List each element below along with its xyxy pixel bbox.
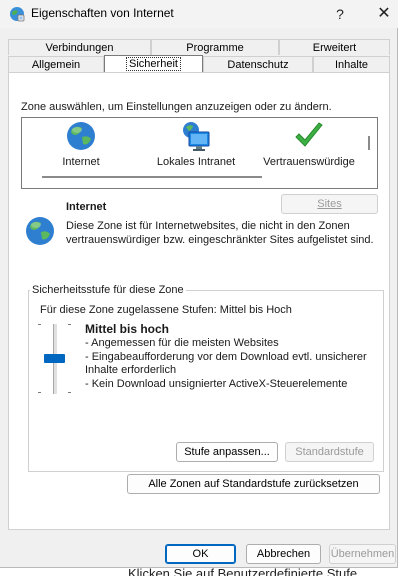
window-title: Eigenschaften von Internet	[31, 6, 174, 20]
globe-icon	[24, 215, 56, 247]
default-level-button[interactable]: Standardstufe	[285, 442, 374, 462]
tab-programme[interactable]: Programme	[151, 39, 279, 55]
internet-options-icon	[9, 6, 25, 22]
zone-list-vertical-scrollbar[interactable]	[368, 136, 370, 150]
title-bar: Eigenschaften von Internet ? ✕	[0, 0, 398, 28]
level-bullet: Inhalte erforderlich	[85, 364, 177, 376]
security-level-name: Mittel bis hoch	[85, 322, 169, 336]
allowed-levels-text: Für diese Zone zugelassene Stufen: Mitte…	[40, 304, 292, 316]
tab-verbindungen[interactable]: Verbindungen	[8, 39, 151, 55]
ok-button[interactable]: OK	[165, 544, 236, 564]
slider-tick	[68, 324, 71, 325]
security-level-group-title: Sicherheitsstufe für diese Zone	[30, 284, 186, 296]
selected-zone-title: Internet	[66, 201, 107, 213]
cancel-button[interactable]: Abbrechen	[246, 544, 321, 564]
tab-allgemein[interactable]: Allgemein	[8, 56, 104, 72]
help-button[interactable]: ?	[318, 0, 362, 28]
slider-tick	[68, 392, 71, 393]
intranet-monitor-icon	[180, 120, 212, 152]
internet-properties-dialog: Eigenschaften von Internet ? ✕ Verbindun…	[0, 0, 398, 568]
zone-internet-label: Internet	[62, 156, 100, 168]
slider-tick	[38, 392, 41, 393]
zone-trusted-label: Vertrauenswürdige	[263, 156, 355, 168]
sites-button[interactable]: Sites	[281, 194, 378, 214]
apply-button[interactable]: Übernehmen	[329, 544, 396, 564]
level-bullet: - Angemessen für die meisten Websites	[85, 337, 279, 349]
security-level-description: - Angemessen für die meisten Websites - …	[85, 337, 375, 391]
globe-icon	[65, 120, 97, 152]
zone-list-horizontal-scrollbar[interactable]	[42, 176, 262, 178]
green-check-icon	[293, 120, 325, 152]
reset-all-zones-button[interactable]: Alle Zonen auf Standardstufe zurücksetze…	[127, 474, 380, 494]
level-bullet: - Eingabeaufforderung vor dem Download e…	[85, 350, 367, 363]
tab-datenschutz[interactable]: Datenschutz	[203, 56, 313, 72]
tab-sicherheit-label: Sicherheit	[126, 57, 181, 71]
zone-trusted[interactable]: Vertrauenswürdige	[254, 120, 364, 168]
slider-tick	[38, 324, 41, 325]
background-window	[398, 0, 410, 576]
zone-local-intranet-label: Lokales Intranet	[156, 156, 236, 168]
custom-level-button[interactable]: Stufe anpassen...	[176, 442, 278, 462]
tab-inhalte[interactable]: Inhalte	[313, 56, 390, 72]
close-button[interactable]: ✕	[362, 0, 406, 28]
level-bullet: - Kein Download unsignierter ActiveX-Ste…	[85, 377, 348, 390]
zone-select-label: Zone auswählen, um Einstellungen anzuzei…	[21, 101, 332, 113]
sites-button-label: Sites	[317, 198, 342, 210]
zone-internet[interactable]: Internet	[26, 120, 136, 168]
tab-sicherheit[interactable]: Sicherheit	[104, 55, 203, 72]
tab-erweitert[interactable]: Erweitert	[279, 39, 390, 55]
security-level-slider-thumb[interactable]	[44, 354, 65, 363]
zone-list[interactable]: Internet Lokales Intranet Vertrauenswürd…	[21, 117, 378, 189]
zone-local-intranet[interactable]: Lokales Intranet	[141, 120, 251, 168]
selected-zone-description: Diese Zone ist für Internetwebsites, die…	[66, 220, 374, 246]
